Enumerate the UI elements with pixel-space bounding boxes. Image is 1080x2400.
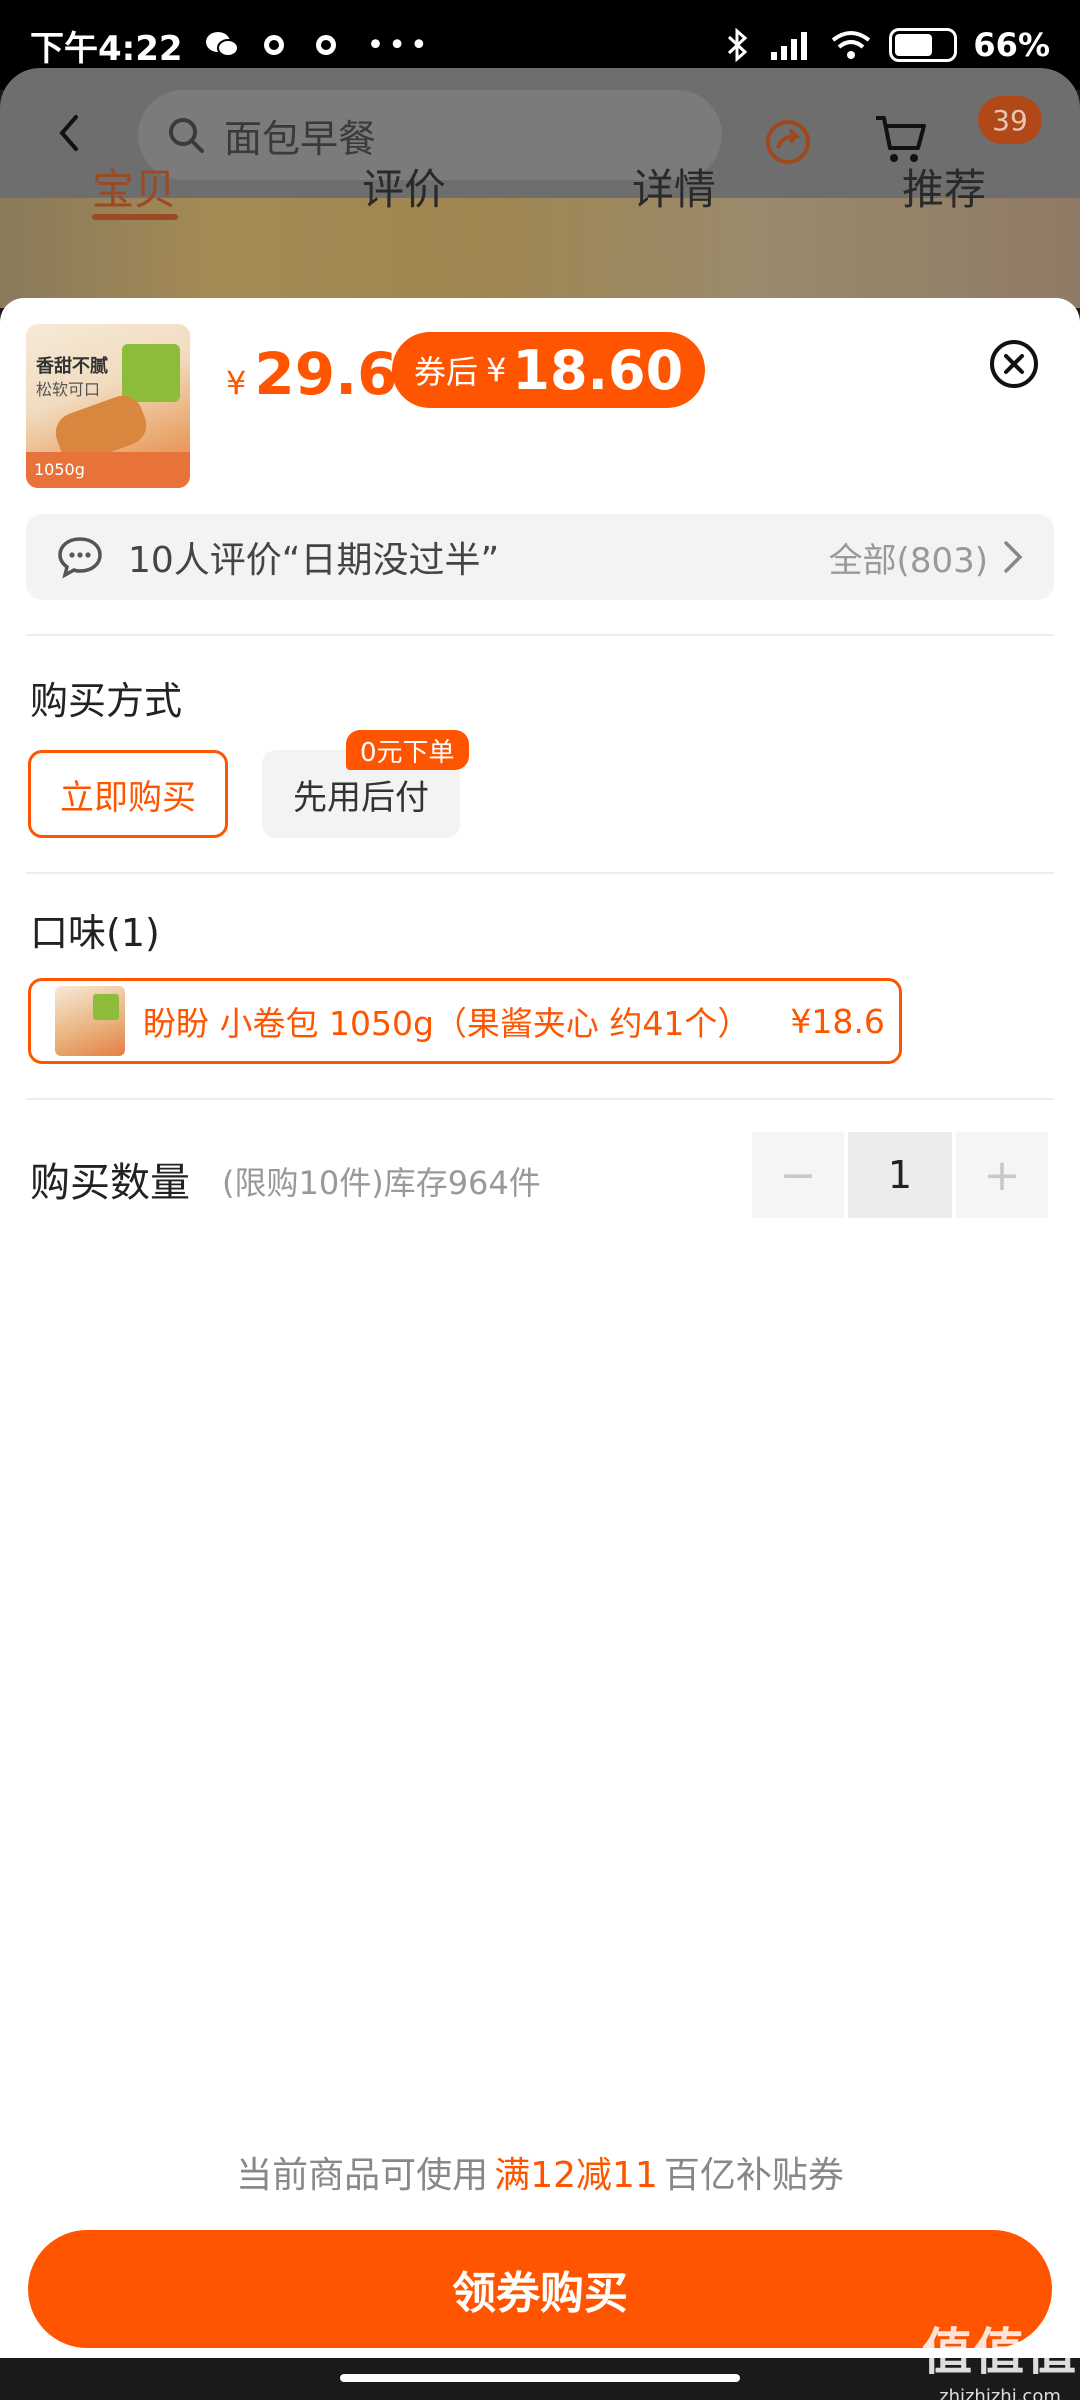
wifi-icon <box>832 31 871 59</box>
tab-recommend[interactable]: 推荐 <box>902 156 986 217</box>
flavor-thumbnail <box>55 986 125 1056</box>
coupon-price-value: 18.60 <box>512 338 684 402</box>
app-notification-icon-2 <box>315 35 336 55</box>
back-arrow-icon[interactable] <box>54 113 84 153</box>
watermark-main: 值值值 <box>922 2323 1078 2381</box>
decrement-button[interactable]: − <box>752 1132 844 1218</box>
purchase-method-title: 购买方式 <box>30 679 183 723</box>
search-placeholder: 面包早餐 <box>224 116 377 161</box>
coupon-note-prefix: 当前商品可使用 <box>236 2155 489 2196</box>
thumb-label-1: 香甜不腻 <box>36 356 108 377</box>
share-icon[interactable] <box>762 116 814 168</box>
coupon-price-badge: 券后 ¥ 18.60 <box>392 332 706 408</box>
review-all-count: 全部(803) <box>828 540 988 581</box>
bluetooth-icon <box>728 28 748 62</box>
tab-details[interactable]: 详情 <box>632 156 716 217</box>
watermark: 值值值 zhizhizhi.com <box>922 2312 1078 2400</box>
watermark-sub: zhizhizhi.com <box>939 2386 1061 2400</box>
coupon-tag: 券后 <box>414 353 479 391</box>
coupon-availability-note: 当前商品可使用 满12减11 百亿补贴券 <box>0 2146 1080 2198</box>
cart-badge: 39 <box>978 96 1042 144</box>
battery-icon <box>889 28 958 62</box>
tab-baobei[interactable]: 宝贝 <box>92 156 176 217</box>
option-buy-now[interactable]: 立即购买 <box>28 750 228 838</box>
sku-selection-sheet: 香甜不腻 松软可口 1050g ¥ 29.6 券后 ¥ 18.60 10人评价“… <box>0 298 1080 2358</box>
review-summary-bar[interactable]: 10人评价“日期没过半” 全部(803) <box>26 514 1054 600</box>
status-time: 下午4:22 <box>30 28 183 69</box>
quantity-title: 购买数量 <box>30 1160 190 1206</box>
package-box <box>122 344 180 402</box>
more-notifications-icon: ••• <box>366 27 432 63</box>
signal-icon <box>771 32 808 60</box>
quantity-limit-note: (限购10件)库存964件 <box>222 1164 541 1202</box>
claim-coupon-buy-button[interactable]: 领券购买 <box>28 2230 1052 2348</box>
divider <box>26 1098 1054 1100</box>
tab-reviews[interactable]: 评价 <box>362 156 446 217</box>
home-indicator[interactable] <box>340 2374 740 2382</box>
increment-button[interactable]: + <box>956 1132 1048 1218</box>
thumb-label-2: 松软可口 <box>36 380 101 399</box>
flavor-name: 盼盼 小卷包 1050g（果酱夹心 约41个） <box>143 1004 751 1043</box>
product-price: ¥ 29.6 <box>226 340 397 408</box>
product-thumbnail[interactable]: 香甜不腻 松软可口 1050g <box>26 324 190 488</box>
flavor-price: ¥18.6 <box>790 1001 885 1041</box>
price-value: 29.6 <box>254 340 398 408</box>
active-tab-indicator <box>92 214 178 220</box>
comment-icon <box>58 537 102 579</box>
flavor-option[interactable]: 盼盼 小卷包 1050g（果酱夹心 约41个） ¥18.6 <box>28 978 902 1064</box>
price-currency: ¥ <box>226 364 247 402</box>
chevron-right-icon <box>1004 541 1023 573</box>
quantity-stepper: − 1 + <box>752 1132 1052 1218</box>
battery-percent: 66% <box>973 26 1050 64</box>
coupon-note-suffix: 百亿补贴券 <box>663 2155 844 2196</box>
app-notification-icon <box>263 35 284 55</box>
close-icon <box>1004 354 1024 374</box>
pay-later-badge: 0元下单 <box>346 730 469 770</box>
divider <box>26 872 1054 874</box>
thumb-weight: 1050g <box>26 452 190 488</box>
review-highlight: 10人评价“日期没过半” <box>128 540 500 581</box>
coupon-note-highlight: 满12减11 <box>494 2155 658 2196</box>
coupon-currency: ¥ <box>486 351 507 389</box>
wechat-icon <box>205 32 239 57</box>
search-icon <box>169 118 204 153</box>
close-button[interactable] <box>990 340 1038 388</box>
flavor-title: 口味(1) <box>30 911 160 955</box>
quantity-value[interactable]: 1 <box>848 1132 952 1218</box>
divider <box>26 634 1054 636</box>
product-page-header: 面包早餐 39 宝贝 评价 详情 推荐 <box>0 68 1080 308</box>
